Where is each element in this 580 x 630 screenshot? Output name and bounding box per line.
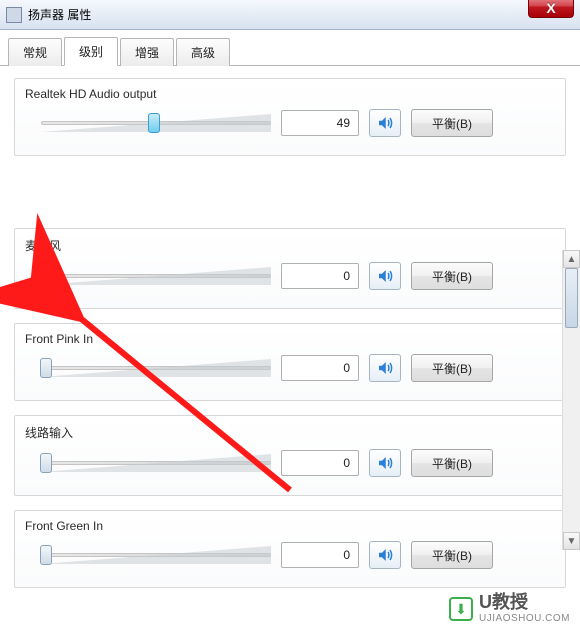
- app-icon: [6, 7, 22, 23]
- channel-label: Front Pink In: [25, 332, 555, 346]
- tab-strip: 常规 级别 增强 高级: [0, 30, 580, 66]
- channel-label: Front Green In: [25, 519, 555, 533]
- channel-label: 麦克风: [25, 237, 555, 254]
- slider-thumb[interactable]: [148, 113, 160, 133]
- volume-slider[interactable]: [41, 543, 271, 567]
- levels-panel: Realtek HD Audio output 平衡(B) 麦克风: [0, 66, 580, 614]
- slider-thumb[interactable]: [40, 266, 52, 286]
- slider-track: [41, 366, 271, 370]
- speaker-icon: [376, 454, 394, 472]
- tab-advanced[interactable]: 高级: [176, 38, 230, 66]
- channel-group: Front Green In 平衡(B): [14, 510, 566, 588]
- tab-enhance[interactable]: 增强: [120, 38, 174, 66]
- volume-value[interactable]: [281, 263, 359, 289]
- slider-track: [41, 274, 271, 278]
- close-icon: X: [546, 0, 555, 16]
- channel-group: Front Pink In 平衡(B): [14, 323, 566, 401]
- speaker-icon: [376, 114, 394, 132]
- button-label: 平衡(B): [432, 457, 472, 471]
- balance-button[interactable]: 平衡(B): [411, 109, 493, 137]
- button-label: 平衡(B): [432, 270, 472, 284]
- volume-slider[interactable]: [41, 111, 271, 135]
- channel-label: Realtek HD Audio output: [25, 87, 555, 101]
- tab-label: 高级: [191, 46, 215, 60]
- speaker-icon: [376, 267, 394, 285]
- channel-row: 平衡(B): [25, 262, 555, 290]
- watermark-logo-icon: [449, 597, 473, 621]
- channel-group: 麦克风 平衡(B): [14, 228, 566, 309]
- mute-button[interactable]: [369, 109, 401, 137]
- balance-button[interactable]: 平衡(B): [411, 262, 493, 290]
- slider-thumb[interactable]: [40, 545, 52, 565]
- tab-label: 常规: [23, 46, 47, 60]
- mute-button[interactable]: [369, 354, 401, 382]
- volume-slider[interactable]: [41, 264, 271, 288]
- vertical-scrollbar[interactable]: ▲ ▼: [562, 250, 580, 550]
- volume-value[interactable]: [281, 355, 359, 381]
- channel-row: 平衡(B): [25, 354, 555, 382]
- tab-general[interactable]: 常规: [8, 38, 62, 66]
- channel-label: 线路输入: [25, 424, 555, 441]
- scroll-down-arrow[interactable]: ▼: [563, 532, 580, 550]
- mute-button[interactable]: [369, 262, 401, 290]
- slider-thumb[interactable]: [40, 358, 52, 378]
- balance-button[interactable]: 平衡(B): [411, 449, 493, 477]
- tab-label: 级别: [79, 45, 103, 59]
- button-label: 平衡(B): [432, 549, 472, 563]
- speaker-icon: [376, 359, 394, 377]
- volume-slider[interactable]: [41, 451, 271, 475]
- channel-group: 线路输入 平衡(B): [14, 415, 566, 496]
- volume-value[interactable]: [281, 542, 359, 568]
- channel-row: 平衡(B): [25, 541, 555, 569]
- channel-group: Realtek HD Audio output 平衡(B): [14, 78, 566, 156]
- window-title: 扬声器 属性: [28, 6, 91, 23]
- volume-slider[interactable]: [41, 356, 271, 380]
- tab-label: 增强: [135, 46, 159, 60]
- scroll-up-arrow[interactable]: ▲: [563, 250, 580, 268]
- mute-button[interactable]: [369, 449, 401, 477]
- balance-button[interactable]: 平衡(B): [411, 541, 493, 569]
- slider-thumb[interactable]: [40, 453, 52, 473]
- close-button[interactable]: X: [528, 0, 574, 18]
- button-label: 平衡(B): [432, 362, 472, 376]
- mute-button[interactable]: [369, 541, 401, 569]
- volume-value[interactable]: [281, 450, 359, 476]
- volume-value[interactable]: [281, 110, 359, 136]
- title-bar: 扬声器 属性 X: [0, 0, 580, 30]
- button-label: 平衡(B): [432, 117, 472, 131]
- slider-track: [41, 553, 271, 557]
- channel-row: 平衡(B): [25, 109, 555, 137]
- slider-track: [41, 461, 271, 465]
- scroll-thumb[interactable]: [565, 268, 578, 328]
- tab-levels[interactable]: 级别: [64, 37, 118, 66]
- speaker-icon: [376, 546, 394, 564]
- channel-row: 平衡(B): [25, 449, 555, 477]
- spacer: [14, 170, 566, 228]
- balance-button[interactable]: 平衡(B): [411, 354, 493, 382]
- watermark-sub: UJIAOSHOU.COM: [479, 613, 570, 624]
- watermark: U教授 UJIAOSHOU.COM: [449, 593, 570, 624]
- watermark-brand: U教授: [479, 593, 570, 613]
